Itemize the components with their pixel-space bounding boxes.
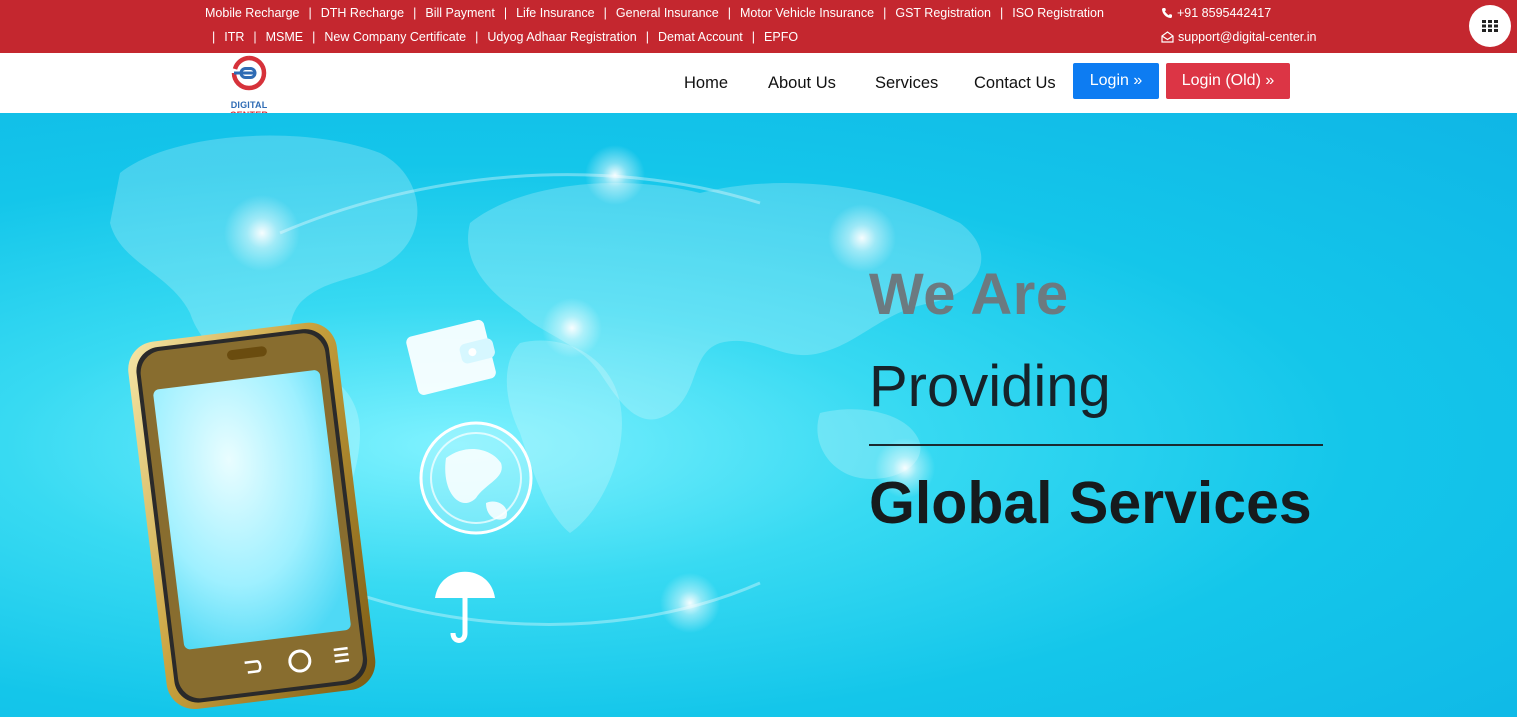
nav-item-services[interactable]: Services (875, 53, 938, 113)
service-link[interactable]: GST Registration (895, 6, 991, 20)
logo[interactable]: DIGITAL CENTER (212, 55, 286, 120)
nav-contact-link[interactable]: Contact Us (974, 74, 1056, 93)
link-separator: | (312, 30, 316, 44)
service-link[interactable]: EPFO (764, 30, 798, 44)
logo-text-digital: DIGITAL (230, 100, 268, 110)
contact-info: +91 8595442417 support@digital-center.in (1161, 1, 1316, 49)
service-link[interactable]: Demat Account (658, 30, 743, 44)
top-bar: Mobile Recharge | DTH Recharge | Bill Paymen… (0, 0, 1517, 53)
service-link[interactable]: Udyog Adhaar Registration (487, 30, 636, 44)
main-nav: DIGITAL CENTER Home About Us Services Co… (0, 53, 1517, 120)
link-separator: | (503, 6, 508, 20)
email-line[interactable]: support@digital-center.in (1161, 25, 1316, 49)
link-separator: | (603, 6, 607, 20)
link-separator: | (883, 6, 887, 20)
hero-banner: We Are Providing Global Services (0, 113, 1517, 717)
service-link[interactable]: ISO Registration (1012, 6, 1104, 20)
service-link[interactable]: MSME (266, 30, 304, 44)
envelope-icon (1161, 31, 1174, 43)
phone-line[interactable]: +91 8595442417 (1161, 1, 1316, 25)
service-link[interactable]: General Insurance (616, 6, 719, 20)
link-separator: | (212, 30, 216, 44)
phone-icon (1162, 8, 1172, 18)
hero-line-providing: Providing (869, 354, 1111, 419)
link-separator: | (645, 30, 650, 44)
nav-home-link[interactable]: Home (684, 74, 728, 93)
logo-mark (231, 55, 267, 91)
service-link[interactable]: Bill Payment (425, 6, 494, 20)
hero-divider (869, 444, 1323, 446)
email-address: support@digital-center.in (1178, 30, 1317, 44)
nav-services-link[interactable]: Services (875, 74, 938, 93)
service-link[interactable]: Mobile Recharge (205, 6, 300, 20)
wallet-icon (406, 319, 496, 395)
apps-menu-button[interactable] (1469, 5, 1511, 47)
login-old-button[interactable]: Login (Old) » (1166, 63, 1290, 99)
service-links-row-1: Mobile Recharge | DTH Recharge | Bill Paymen… (205, 1, 1104, 25)
grid-icon (1482, 20, 1498, 32)
service-link[interactable]: Life Insurance (516, 6, 595, 20)
service-link[interactable]: ITR (224, 30, 244, 44)
link-separator: | (475, 30, 479, 44)
service-link[interactable]: New Company Certificate (324, 30, 466, 44)
nav-about-link[interactable]: About Us (768, 74, 836, 93)
hero-illustration (110, 135, 982, 710)
link-separator: | (1000, 6, 1004, 20)
link-separator: | (727, 6, 731, 20)
link-separator: | (253, 30, 257, 44)
globe-icon (419, 421, 533, 535)
link-separator: | (413, 6, 417, 20)
service-link[interactable]: DTH Recharge (321, 6, 404, 20)
nav-item-about[interactable]: About Us (768, 53, 836, 113)
link-separator: | (308, 6, 312, 20)
link-separator: | (751, 30, 756, 44)
phone-number: +91 8595442417 (1177, 6, 1272, 20)
nav-item-home[interactable]: Home (684, 53, 728, 113)
hero-line-we-are: We Are (869, 262, 1069, 327)
hero-line-global-services: Global Services (869, 470, 1312, 536)
login-button[interactable]: Login » (1073, 63, 1159, 99)
smartphone-illustration (128, 322, 376, 710)
service-link[interactable]: Motor Vehicle Insurance (740, 6, 874, 20)
service-links-row-2: | ITR | MSME | New Company Certificate | Udyog … (212, 25, 798, 49)
umbrella-icon (435, 571, 495, 643)
nav-item-contact[interactable]: Contact Us (974, 53, 1056, 113)
